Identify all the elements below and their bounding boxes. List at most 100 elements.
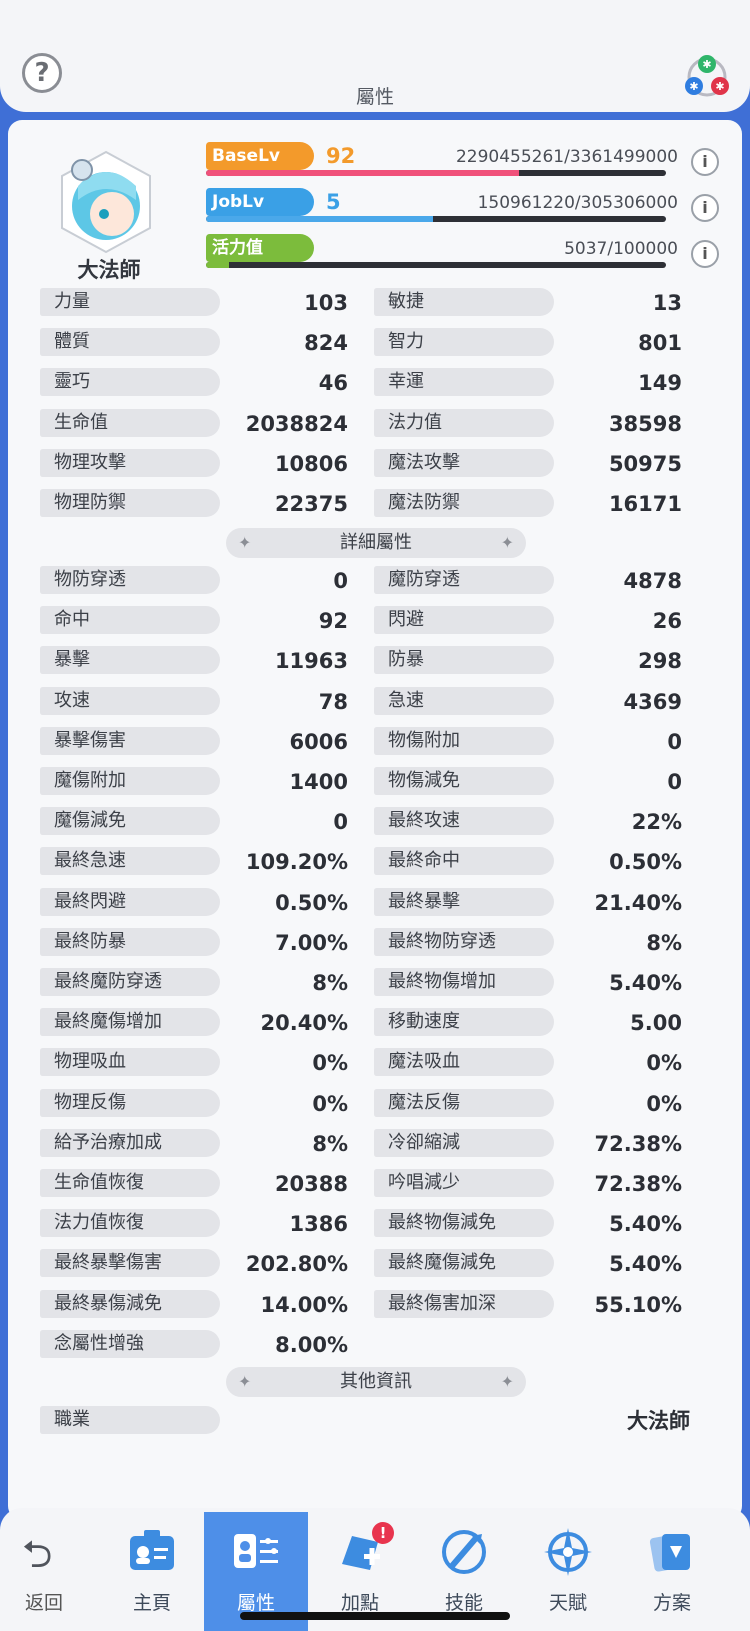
- sparkle-icon: ✦: [238, 1372, 252, 1391]
- stat-item: 最終暴擊 21.40%: [374, 887, 682, 916]
- level-info-button[interactable]: i: [691, 240, 719, 268]
- stat-value: 78: [318, 689, 348, 714]
- stat-item: 最終暴擊傷害 202.80%: [40, 1249, 348, 1278]
- stat-label: 魔法吸血: [374, 1048, 554, 1077]
- stat-label: 命中: [40, 606, 220, 635]
- character-avatar: [61, 150, 151, 254]
- stat-label: 物防穿透: [40, 566, 220, 594]
- stat-item: 最終魔傷減免 5.40%: [374, 1249, 682, 1278]
- back-button[interactable]: ⮌ 返回: [0, 1512, 88, 1631]
- stat-value: 0: [667, 770, 682, 794]
- stat-item: 魔法吸血 0%: [374, 1048, 682, 1077]
- stat-value: 55.10%: [594, 1292, 682, 1317]
- stat-item: 魔傷附加 1400: [40, 767, 348, 795]
- stat-value: 7.00%: [275, 930, 348, 955]
- level-exp: 5037/100000: [564, 239, 678, 259]
- tab-label: 天賦: [548, 1592, 587, 1614]
- section-title: 其他資訊: [340, 1371, 412, 1392]
- stat-label: 最終魔傷增加: [40, 1008, 220, 1037]
- tab-label: 主頁: [132, 1592, 171, 1614]
- level-info-button[interactable]: i: [691, 194, 719, 222]
- stat-value: 5.00: [630, 1011, 682, 1036]
- level-value: 92: [326, 144, 356, 168]
- stat-label: 魔防穿透: [374, 566, 554, 594]
- stat-label: 物理防禦: [40, 489, 220, 517]
- stat-value: 6006: [289, 729, 348, 754]
- stat-item: 暴擊傷害 6006: [40, 726, 348, 755]
- stat-label: 暴擊: [40, 646, 220, 675]
- level-progress-fill: [206, 170, 520, 176]
- tab-profile-card[interactable]: 主頁: [100, 1512, 204, 1631]
- stat-label: 暴擊傷害: [40, 726, 220, 755]
- stat-value: 149: [638, 371, 682, 396]
- skill-icon: [438, 1526, 490, 1578]
- tab-plan[interactable]: 方案: [620, 1512, 724, 1631]
- elements-icon[interactable]: ✱ ✱ ✱: [682, 54, 732, 100]
- stat-item: 魔傷減免 0: [40, 807, 348, 836]
- stat-value: 0.50%: [275, 890, 348, 915]
- stat-value: 8%: [312, 971, 348, 995]
- stat-item: 最終物防穿透 8%: [374, 927, 682, 956]
- stat-item: 攻速 78: [40, 686, 348, 715]
- profile-card-icon: [126, 1526, 178, 1578]
- stat-item: 最終急速 109.20%: [40, 847, 348, 876]
- stat-value: 14.00%: [260, 1292, 348, 1317]
- stat-label: 法力值恢復: [40, 1209, 220, 1238]
- stat-label: 敏捷: [374, 288, 554, 316]
- stat-label: 最終閃避: [40, 887, 220, 916]
- stat-item: 最終物傷減免 5.40%: [374, 1209, 682, 1238]
- stat-label: 最終物防穿透: [374, 927, 554, 956]
- stat-item: 敏捷 13: [374, 288, 682, 316]
- stat-label: 移動速度: [374, 1008, 554, 1037]
- stat-label: 最終防暴: [40, 927, 220, 956]
- stat-item: 智力 801: [374, 328, 682, 357]
- stat-item: 魔防穿透 4878: [374, 566, 682, 594]
- stat-item: 最終閃避 0.50%: [40, 887, 348, 916]
- stat-item: 最終防暴 7.00%: [40, 927, 348, 956]
- stat-item: 移動速度 5.00: [374, 1008, 682, 1037]
- stat-label: 法力值: [374, 408, 554, 437]
- stat-label: 最終暴傷減免: [40, 1289, 220, 1318]
- stat-item: 物理吸血 0%: [40, 1048, 348, 1077]
- stat-value: 0: [333, 810, 348, 835]
- stat-label: 最終物傷增加: [374, 968, 554, 996]
- stat-value: 92: [318, 609, 348, 634]
- stat-item: 物防穿透 0: [40, 566, 348, 594]
- notification-badge: !: [372, 1522, 394, 1544]
- stat-item: 給予治療加成 8%: [40, 1128, 348, 1157]
- stat-value: 0%: [312, 1091, 348, 1116]
- top-bar: ? 屬性 ✱ ✱ ✱: [0, 0, 750, 112]
- stat-value: 38598: [608, 411, 682, 436]
- stat-item: 體質 824: [40, 328, 348, 357]
- stat-label: 智力: [374, 328, 554, 357]
- tab-talent[interactable]: 天賦: [516, 1512, 620, 1631]
- stat-label: 體質: [40, 328, 220, 357]
- stat-label: 物傷減免: [374, 767, 554, 795]
- stat-label: 最終魔防穿透: [40, 968, 220, 996]
- stat-item: 閃避 26: [374, 606, 682, 635]
- stat-item: 生命值 2038824: [40, 408, 348, 437]
- stat-label: 最終魔傷減免: [374, 1249, 554, 1278]
- stat-label: 魔法攻擊: [374, 448, 554, 477]
- level-progress-bar: [206, 170, 666, 176]
- page-title: 屬性: [355, 86, 394, 108]
- level-progress-bar: [206, 262, 666, 268]
- stat-value: 26: [652, 609, 682, 634]
- stat-item: 生命值恢復 20388: [40, 1169, 348, 1197]
- stat-label: 最終攻速: [374, 807, 554, 836]
- stat-label: 吟唱減少: [374, 1169, 554, 1197]
- stat-item: 暴擊 11963: [40, 646, 348, 675]
- stat-item: 最終魔防穿透 8%: [40, 968, 348, 996]
- level-info-button[interactable]: i: [691, 148, 719, 176]
- level-exp: 150961220/305306000: [477, 193, 678, 213]
- level-progress-fill: [206, 262, 229, 268]
- level-value: 5: [326, 190, 341, 214]
- stat-value: 824: [304, 331, 348, 356]
- stat-item: 最終魔傷增加 20.40%: [40, 1008, 348, 1037]
- stat-value: 20.40%: [260, 1011, 348, 1036]
- stat-value: 大法師: [627, 1409, 690, 1433]
- section-title: 詳細屬性: [340, 532, 412, 553]
- stat-value: 5.40%: [609, 1252, 682, 1277]
- stat-item: 魔法反傷 0%: [374, 1088, 682, 1117]
- tab-label: 屬性: [236, 1592, 275, 1614]
